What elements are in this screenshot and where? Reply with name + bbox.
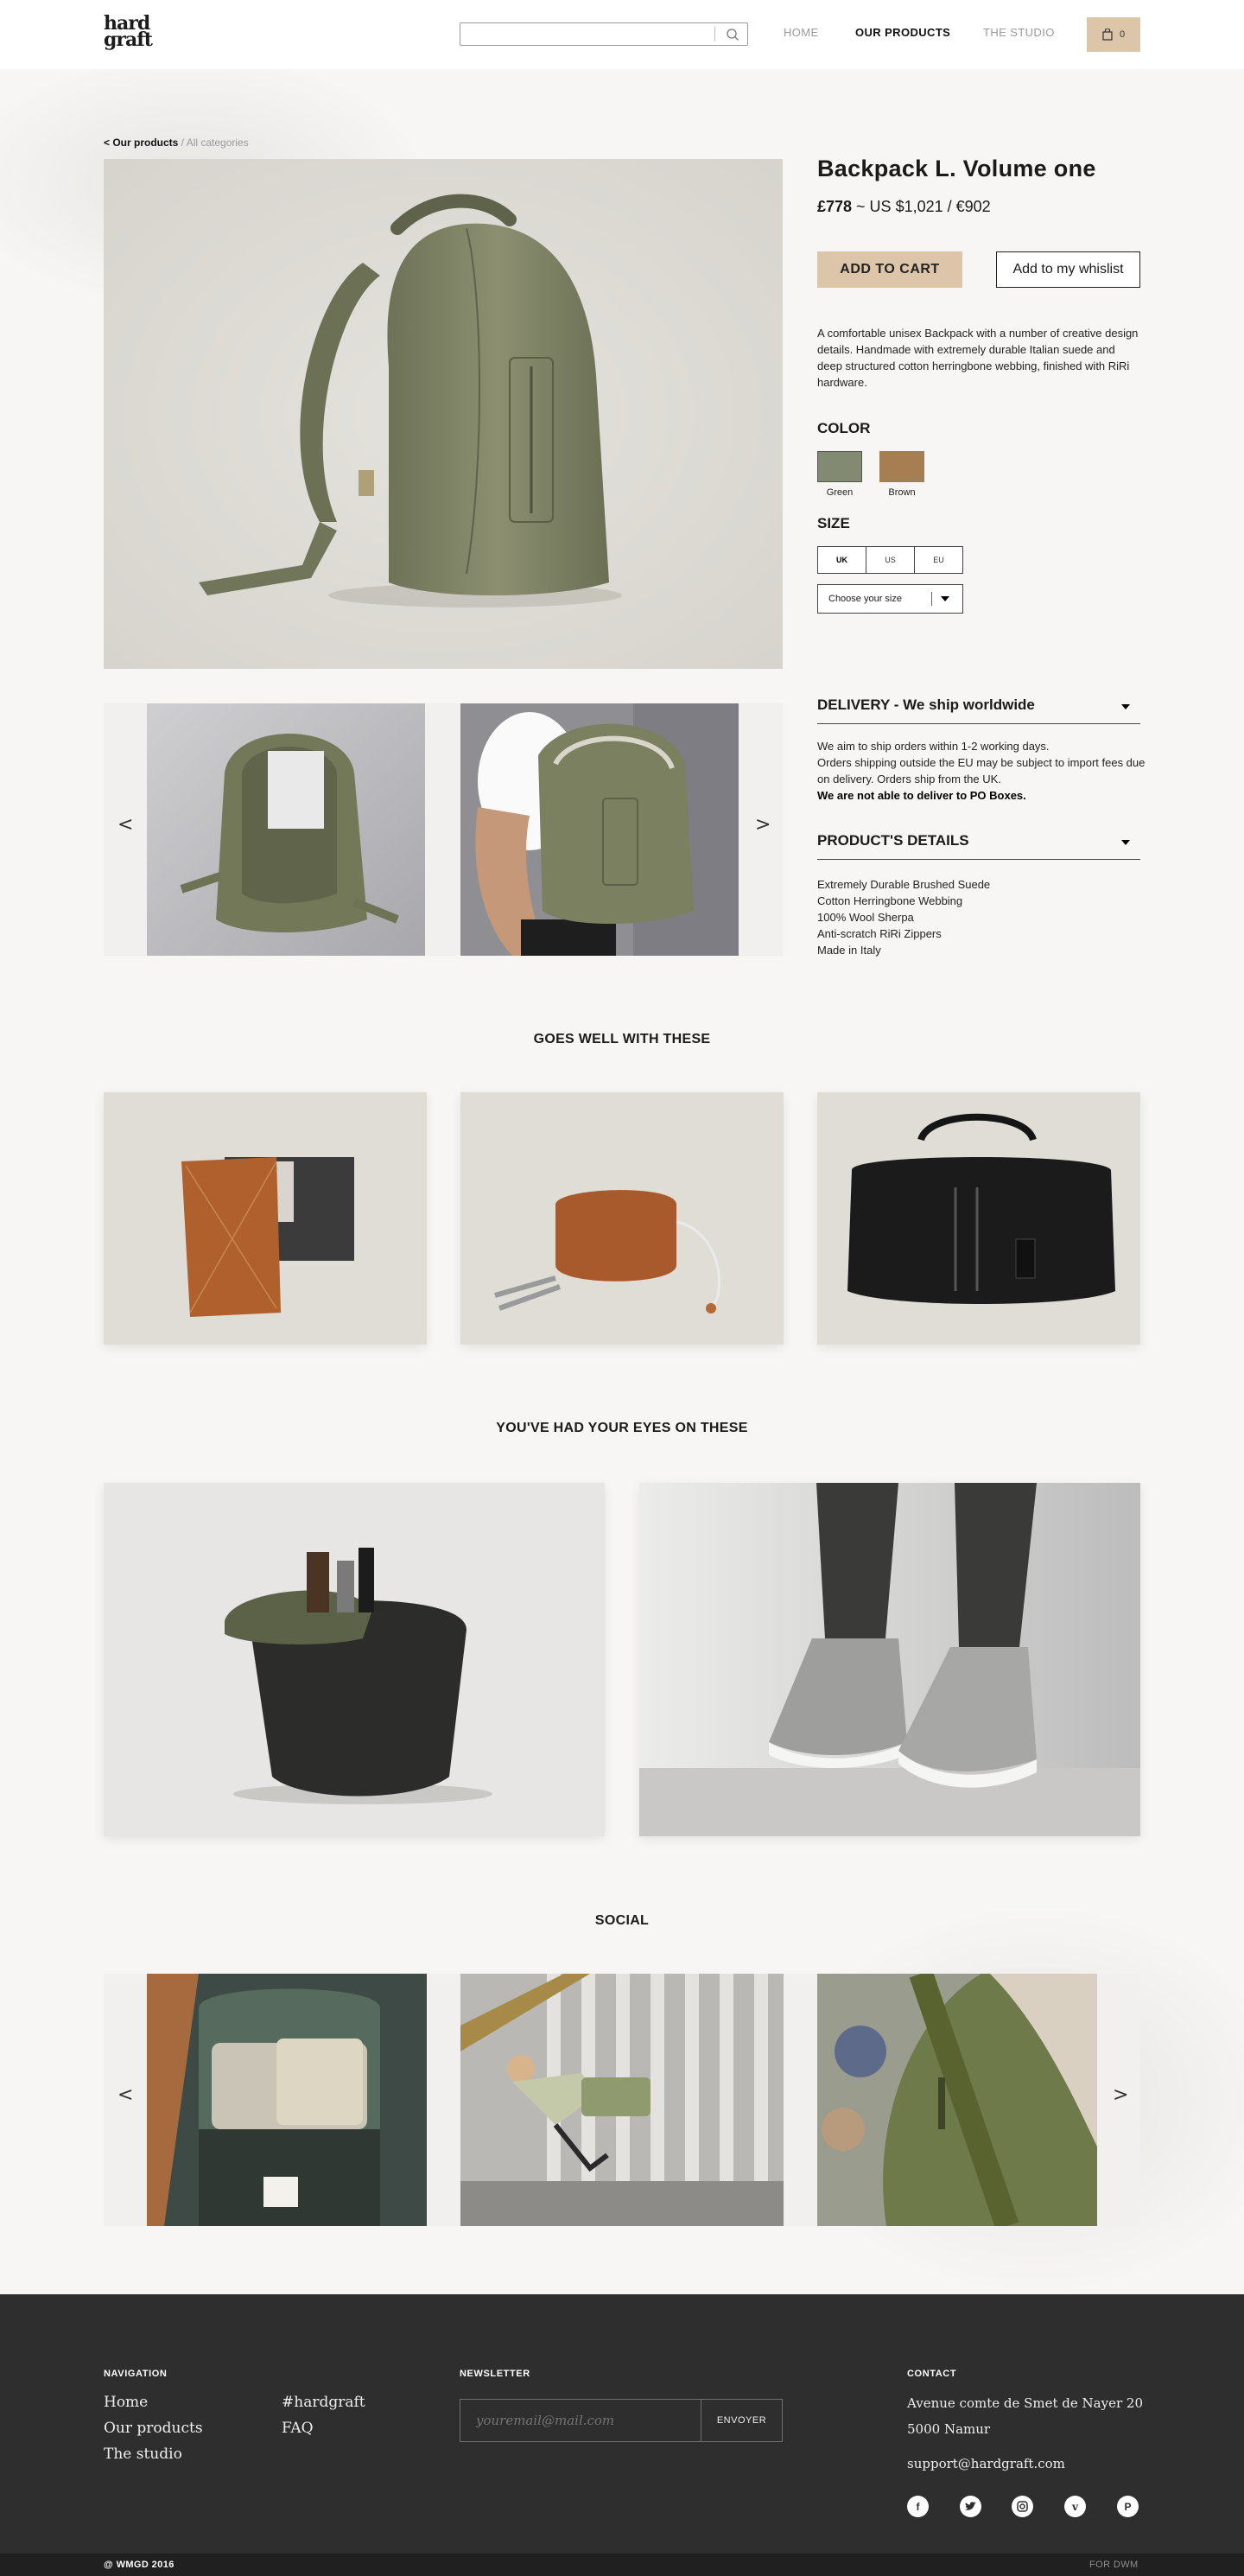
select-divider — [931, 592, 932, 606]
twitter-icon[interactable] — [960, 2496, 981, 2517]
add-to-cart-button[interactable]: ADD TO CART — [817, 251, 962, 288]
detail-item: Extremely Durable Brushed Suede — [817, 878, 991, 891]
related-product-card[interactable] — [460, 1092, 784, 1345]
details-accordion-header[interactable]: PRODUCT'S DETAILS — [817, 832, 1140, 860]
add-to-wishlist-button[interactable]: Add to my whislist — [996, 251, 1140, 288]
contact-address-line: 5000 Namur — [907, 2421, 991, 2437]
product-main-image — [104, 159, 783, 669]
search-input[interactable] — [460, 23, 711, 45]
site-header: hard graft HOME OUR PRODUCTS THE STUDIO … — [0, 0, 1244, 69]
footer-link-the-studio[interactable]: The studio — [104, 2446, 182, 2463]
newsletter-submit-button[interactable]: ENVOYER — [701, 2399, 783, 2442]
size-tab-us[interactable]: US — [866, 547, 915, 573]
nav-the-studio[interactable]: THE STUDIO — [983, 26, 1055, 39]
search-icon[interactable] — [726, 28, 739, 41]
breadcrumb-our-products[interactable]: < Our products — [104, 137, 178, 149]
chevron-down-icon — [1121, 840, 1130, 845]
related-product-card[interactable] — [817, 1092, 1140, 1345]
footer-link-faq[interactable]: FAQ — [282, 2420, 314, 2437]
color-label-green: Green — [826, 487, 854, 498]
credits-text[interactable]: FOR DWM — [1089, 2560, 1139, 2570]
size-heading: SIZE — [817, 515, 850, 531]
shopping-bag-icon — [1102, 29, 1113, 41]
delivery-info: We aim to ship orders within 1-2 working… — [817, 738, 1146, 804]
product-title: Backpack L. Volume one — [817, 156, 1096, 181]
social-post-image[interactable] — [817, 1974, 1097, 2226]
social-post-image[interactable] — [147, 1974, 427, 2226]
contact-email-link[interactable]: support@hardgraft.com — [907, 2456, 1065, 2471]
delivery-accordion-header[interactable]: DELIVERY - We ship worldwide — [817, 696, 1140, 724]
logo[interactable]: hard graft — [104, 14, 153, 51]
product-price: £778 ~ US $1,021 / €902 — [817, 198, 991, 216]
color-swatch-green[interactable] — [817, 451, 862, 482]
social-carousel: < > — [104, 1974, 1140, 2226]
size-tab-uk[interactable]: UK — [818, 547, 866, 573]
price-gbp: £778 — [817, 198, 853, 215]
instagram-icon[interactable] — [1012, 2496, 1033, 2517]
logo-line: graft — [104, 29, 153, 51]
viewed-product-card[interactable] — [104, 1483, 605, 1836]
footer-link-home[interactable]: Home — [104, 2394, 148, 2411]
contact-address-line: Avenue comte de Smet de Nayer 20 — [907, 2395, 1143, 2411]
search-box — [460, 22, 748, 46]
size-tab-eu[interactable]: EU — [915, 547, 962, 573]
breadcrumb-current[interactable]: All categories — [187, 137, 249, 149]
delivery-heading: DELIVERY - We ship worldwide — [817, 696, 1035, 713]
breadcrumb: < Our products / All categories — [104, 137, 249, 149]
size-select-value: Choose your size — [828, 594, 902, 604]
detail-item: Cotton Herringbone Webbing — [817, 894, 963, 907]
size-system-tabs: UK US EU — [817, 546, 963, 574]
chevron-down-icon — [1121, 704, 1130, 709]
social-post-image[interactable] — [460, 1974, 784, 2226]
footer-bottom-bar — [0, 2554, 1244, 2576]
breadcrumb-separator: / — [178, 137, 187, 149]
nav-our-products[interactable]: OUR PRODUCTS — [855, 26, 950, 39]
details-heading: PRODUCT'S DETAILS — [817, 832, 969, 849]
color-label-brown: Brown — [888, 487, 916, 498]
product-thumbnail[interactable] — [460, 703, 739, 956]
viewed-product-card[interactable] — [639, 1483, 1140, 1836]
delivery-line: Orders shipping outside the EU may be su… — [817, 756, 1146, 786]
footer-newsletter-heading: NEWSLETTER — [460, 2369, 530, 2379]
facebook-icon[interactable]: f — [907, 2496, 929, 2517]
carousel-next-arrow[interactable]: > — [1113, 2084, 1128, 2106]
delivery-warning: We are not able to deliver to PO Boxes. — [817, 789, 1026, 802]
footer-contact-heading: CONTACT — [907, 2369, 957, 2379]
detail-item: 100% Wool Sherpa — [817, 911, 914, 924]
footer-link-our-products[interactable]: Our products — [104, 2420, 203, 2437]
size-select[interactable]: Choose your size — [817, 584, 963, 614]
eyes-on-title: YOU'VE HAD YOUR EYES ON THESE — [496, 1421, 748, 1435]
product-details-list: Extremely Durable Brushed Suede Cotton H… — [817, 876, 1146, 958]
newsletter-email-input[interactable] — [460, 2399, 701, 2442]
search-divider — [714, 27, 715, 41]
thumbnail-carousel: < > — [104, 703, 783, 956]
pinterest-icon[interactable]: P — [1117, 2496, 1139, 2517]
related-product-card[interactable] — [104, 1092, 427, 1345]
carousel-prev-arrow[interactable]: < — [117, 814, 133, 836]
cart-button[interactable]: 0 — [1087, 17, 1140, 52]
chevron-down-icon — [941, 596, 949, 601]
cart-count: 0 — [1119, 29, 1126, 40]
delivery-line: We aim to ship orders within 1-2 working… — [817, 740, 1050, 753]
copyright-text: @ WMGD 2016 — [104, 2560, 175, 2570]
detail-item: Anti-scratch RiRi Zippers — [817, 927, 942, 940]
footer-navigation-heading: NAVIGATION — [104, 2369, 168, 2379]
product-description: A comfortable unisex Backpack with a num… — [817, 327, 1139, 389]
product-thumbnail[interactable] — [147, 703, 425, 956]
detail-item: Made in Italy — [817, 944, 881, 957]
carousel-next-arrow[interactable]: > — [755, 814, 771, 836]
goes-well-title: GOES WELL WITH THESE — [533, 1032, 711, 1046]
footer-link-hashtag[interactable]: #hardgraft — [282, 2394, 365, 2411]
price-converted: ~ US $1,021 / €902 — [852, 198, 991, 215]
color-swatch-brown[interactable] — [879, 451, 924, 482]
social-title: SOCIAL — [594, 1913, 650, 1928]
vimeo-icon[interactable]: v — [1064, 2496, 1086, 2517]
carousel-prev-arrow[interactable]: < — [117, 2084, 133, 2106]
nav-home[interactable]: HOME — [784, 26, 819, 39]
color-heading: COLOR — [817, 420, 871, 436]
